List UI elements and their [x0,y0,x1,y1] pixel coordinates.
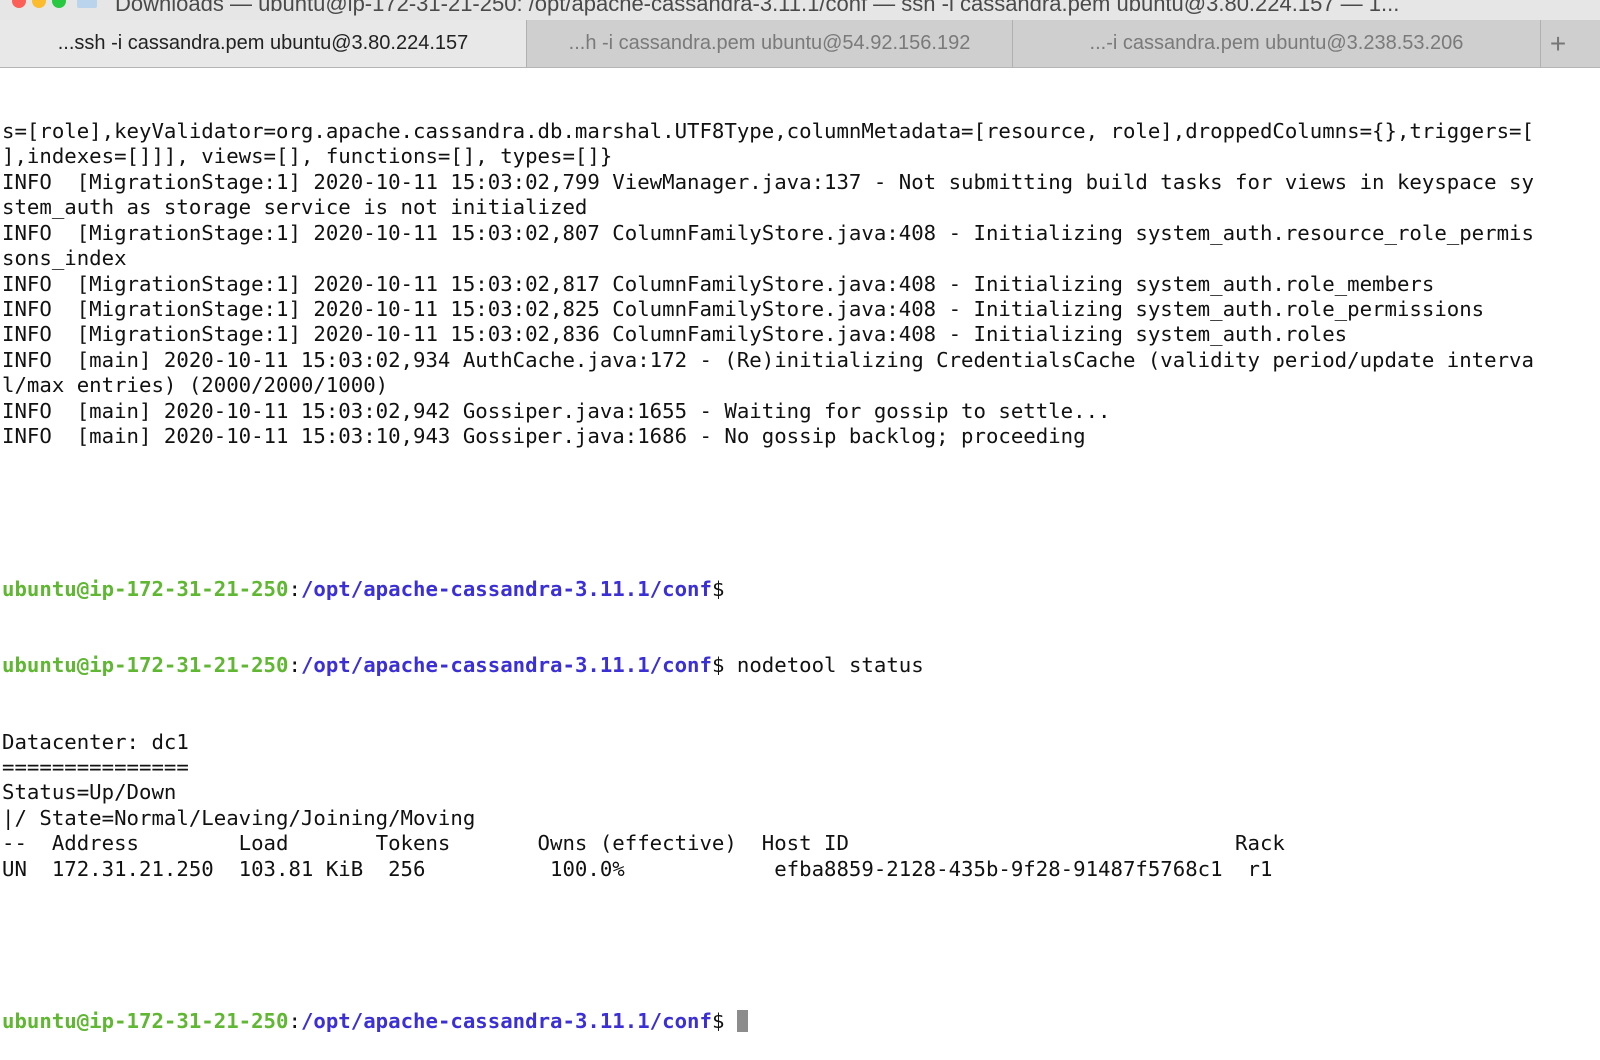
prompt-line: ubuntu@ip-172-31-21-250:/opt/apache-cass… [2,577,1600,602]
output-line: =============== [2,754,189,779]
log-line: ],indexes=[]]], views=[], functions=[], … [2,144,613,169]
prompt-path: /opt/apache-cassandra-3.11.1/conf [300,653,712,678]
prompt-symbol: $ [711,653,725,678]
window-title: Downloads — ubuntu@ip-172-31-21-250: /op… [115,0,1400,16]
log-line: INFO [MigrationStage:1] 2020-10-11 15:03… [2,296,1485,321]
prompt-path: /opt/apache-cassandra-3.11.1/conf [300,576,712,601]
log-line: s=[role],keyValidator=org.apache.cassand… [2,118,1534,143]
log-line: INFO [MigrationStage:1] 2020-10-11 15:03… [2,271,1435,296]
command-text: nodetool status [724,653,924,678]
log-line: INFO [main] 2020-10-11 15:03:02,934 Auth… [2,347,1534,372]
log-line: INFO [MigrationStage:1] 2020-10-11 15:03… [2,220,1534,245]
folder-icon [77,0,97,8]
text-cursor [736,1010,748,1033]
log-line: sons_index [2,246,127,271]
title-bar: Downloads — ubuntu@ip-172-31-21-250: /op… [0,0,1600,20]
log-lines: s=[role],keyValidator=org.apache.cassand… [2,119,1600,450]
output-line: Status=Up/Down [2,780,177,805]
log-line: INFO [MigrationStage:1] 2020-10-11 15:03… [2,322,1348,347]
prompt-symbol: $ [711,1009,725,1034]
prompt-separator: : [288,653,301,678]
tab-1[interactable]: ...ssh -i cassandra.pem ubuntu@3.80.224.… [0,20,527,67]
output-line: UN 172.31.21.250 103.81 KiB 256 100.0% e… [2,856,1273,881]
zoom-window-button[interactable] [52,0,66,8]
tab-3[interactable]: ...-i cassandra.pem ubuntu@3.238.53.206 [1013,20,1541,67]
log-line: INFO [main] 2020-10-11 15:03:10,943 Goss… [2,424,1086,449]
active-prompt-line[interactable]: ubuntu@ip-172-31-21-250:/opt/apache-cass… [2,1009,1600,1034]
prompt-separator: : [288,576,301,601]
close-window-button[interactable] [12,0,26,8]
log-line: INFO [main] 2020-10-11 15:03:02,942 Goss… [2,398,1111,423]
command-output: Datacenter: dc1 =============== Status=Up/… [2,730,1600,883]
log-line: stem_auth as storage service is not init… [2,195,588,220]
log-line: l/max entries) (2000/2000/1000) [2,373,389,398]
prompt-path: /opt/apache-cassandra-3.11.1/conf [300,1009,712,1034]
log-line: INFO [MigrationStage:1] 2020-10-11 15:03… [2,169,1534,194]
output-line: |/ State=Normal/Leaving/Joining/Moving [2,805,476,830]
output-line: -- Address Load Tokens Owns (effective) … [2,831,1285,856]
tab-bar: ...ssh -i cassandra.pem ubuntu@3.80.224.… [0,20,1600,68]
prompt-user-host: ubuntu@ip-172-31-21-250 [2,576,289,601]
tab-2[interactable]: ...h -i cassandra.pem ubuntu@54.92.156.1… [527,20,1013,67]
prompt-separator: : [288,1009,301,1034]
minimize-window-button[interactable] [32,0,46,8]
new-tab-button[interactable]: + [1541,20,1575,67]
terminal-output[interactable]: s=[role],keyValidator=org.apache.cassand… [2,68,1600,1060]
prompt-user-host: ubuntu@ip-172-31-21-250 [2,653,289,678]
output-line: Datacenter: dc1 [2,729,189,754]
prompt-user-host: ubuntu@ip-172-31-21-250 [2,1009,289,1034]
prompt-symbol: $ [711,576,725,601]
command-line: ubuntu@ip-172-31-21-250:/opt/apache-cass… [2,653,1600,678]
